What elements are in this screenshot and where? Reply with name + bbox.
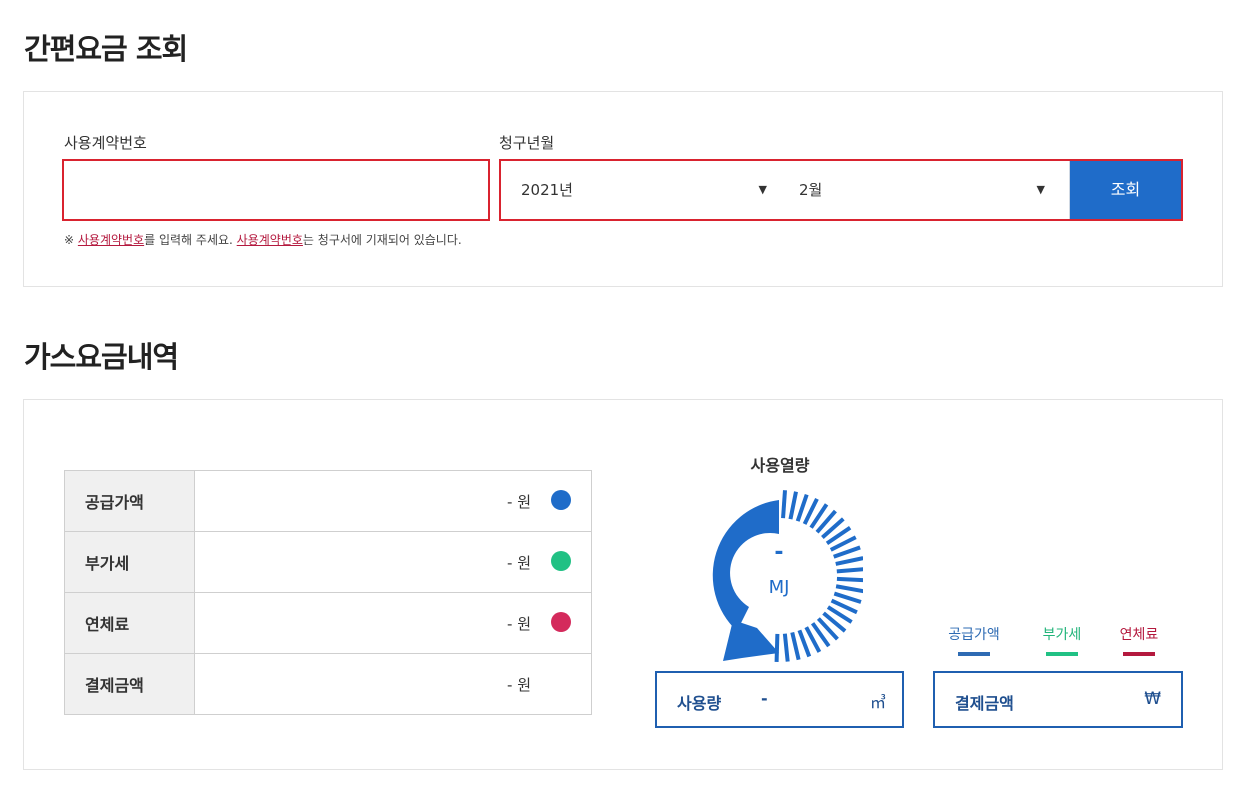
gauge-tick <box>790 632 801 661</box>
supply-color-dot-icon <box>551 490 571 510</box>
contract-help-note: ※ 사용계약번호를 입력해 주세요. 사용계약번호는 청구서에 기재되어 있습니… <box>64 231 462 248</box>
note-suffix: 는 청구서에 기재되어 있습니다. <box>302 233 462 247</box>
fee-amount: - 원 <box>507 615 531 633</box>
legend-item-supply: 공급가액 <box>939 624 1009 656</box>
won-icon: ₩ <box>1144 689 1161 709</box>
usage-box: 사용량 - ㎥ <box>655 671 904 728</box>
page-title: 간편요금 조회 <box>24 32 188 66</box>
vat-color-dot-icon <box>551 551 571 571</box>
payment-box: 결제금액 ₩ <box>933 671 1183 728</box>
fee-label: 공급가액 <box>64 470 195 532</box>
fee-amount: - 원 <box>507 554 531 572</box>
billing-month-label: 청구년월 <box>499 134 555 152</box>
table-row: 부가세 - 원 <box>64 531 592 593</box>
fee-amount: - 원 <box>507 676 531 694</box>
fee-value-cell: - 원 <box>194 531 592 593</box>
month-select[interactable]: 2월 ▼ <box>779 161 1059 219</box>
note-mid: 를 입력해 주세요. <box>144 233 237 247</box>
usage-value: - <box>761 689 768 708</box>
gauge-tail <box>723 620 779 661</box>
search-button[interactable]: 조회 <box>1069 161 1181 219</box>
legend-label: 공급가액 <box>948 627 1000 643</box>
fee-label: 부가세 <box>64 531 195 593</box>
gauge-tick <box>835 556 863 566</box>
fee-value-cell: - 원 <box>194 653 592 715</box>
fee-value-cell: - 원 <box>194 592 592 654</box>
usage-label: 사용량 <box>677 694 722 713</box>
gauge-tick <box>836 576 863 583</box>
section-title-gas-bill: 가스요금내역 <box>24 340 179 374</box>
legend-swatch <box>1046 652 1078 656</box>
gauge-tick <box>795 493 809 522</box>
gauge-tick <box>781 490 787 519</box>
payment-label: 결제금액 <box>955 694 1014 713</box>
legend-item-late-fee: 연체료 <box>1104 624 1174 656</box>
legend-swatch <box>958 652 990 656</box>
gauge-tick <box>774 633 780 663</box>
fee-table: 공급가액 - 원 부가세 - 원 연체료 - 원 결제금액 - 원 <box>64 470 592 715</box>
fee-label: 결제금액 <box>64 653 195 715</box>
fee-amount: - 원 <box>507 493 531 511</box>
billing-month-select-group: 2021년 ▼ 2월 ▼ 조회 <box>499 159 1183 221</box>
gauge-tick <box>835 584 863 594</box>
result-panel: 공급가액 - 원 부가세 - 원 연체료 - 원 결제금액 - 원 사용열량 -… <box>23 399 1223 770</box>
contract-number-input[interactable] <box>62 159 490 221</box>
gauge-tick <box>833 591 862 604</box>
fee-value-cell: - 원 <box>194 470 592 532</box>
usage-unit: ㎥ <box>869 693 886 712</box>
gauge-title: 사용열량 <box>750 456 810 475</box>
legend-swatch <box>1123 652 1155 656</box>
search-panel: 사용계약번호 청구년월 2021년 ▼ 2월 ▼ 조회 ※ 사용계약번호를 입력… <box>23 91 1223 287</box>
note-prefix: ※ <box>64 233 78 247</box>
legend-label: 부가세 <box>1042 627 1082 643</box>
chevron-down-icon: ▼ <box>1036 183 1045 196</box>
table-row: 연체료 - 원 <box>64 592 592 654</box>
gauge-tick <box>782 633 790 662</box>
gauge-tick <box>836 567 863 574</box>
gauge-tick <box>833 545 861 559</box>
contract-number-link[interactable]: 사용계약번호 <box>78 233 144 247</box>
gauge-unit: MJ <box>768 577 790 598</box>
gauge-tick <box>788 491 798 520</box>
late-fee-color-dot-icon <box>551 612 571 632</box>
table-row: 결제금액 - 원 <box>64 653 592 715</box>
year-select[interactable]: 2021년 ▼ <box>501 161 781 219</box>
gauge-arc <box>712 500 779 631</box>
contract-number-label: 사용계약번호 <box>64 134 147 152</box>
chevron-down-icon: ▼ <box>758 183 767 196</box>
contract-number-link[interactable]: 사용계약번호 <box>237 233 303 247</box>
fee-label: 연체료 <box>64 592 195 654</box>
month-select-value: 2월 <box>799 181 823 199</box>
legend-label: 연체료 <box>1119 627 1159 643</box>
year-select-value: 2021년 <box>521 181 573 199</box>
gauge-value: - <box>774 540 784 565</box>
legend-item-vat: 부가세 <box>1027 624 1097 656</box>
table-row: 공급가액 - 원 <box>64 470 592 532</box>
